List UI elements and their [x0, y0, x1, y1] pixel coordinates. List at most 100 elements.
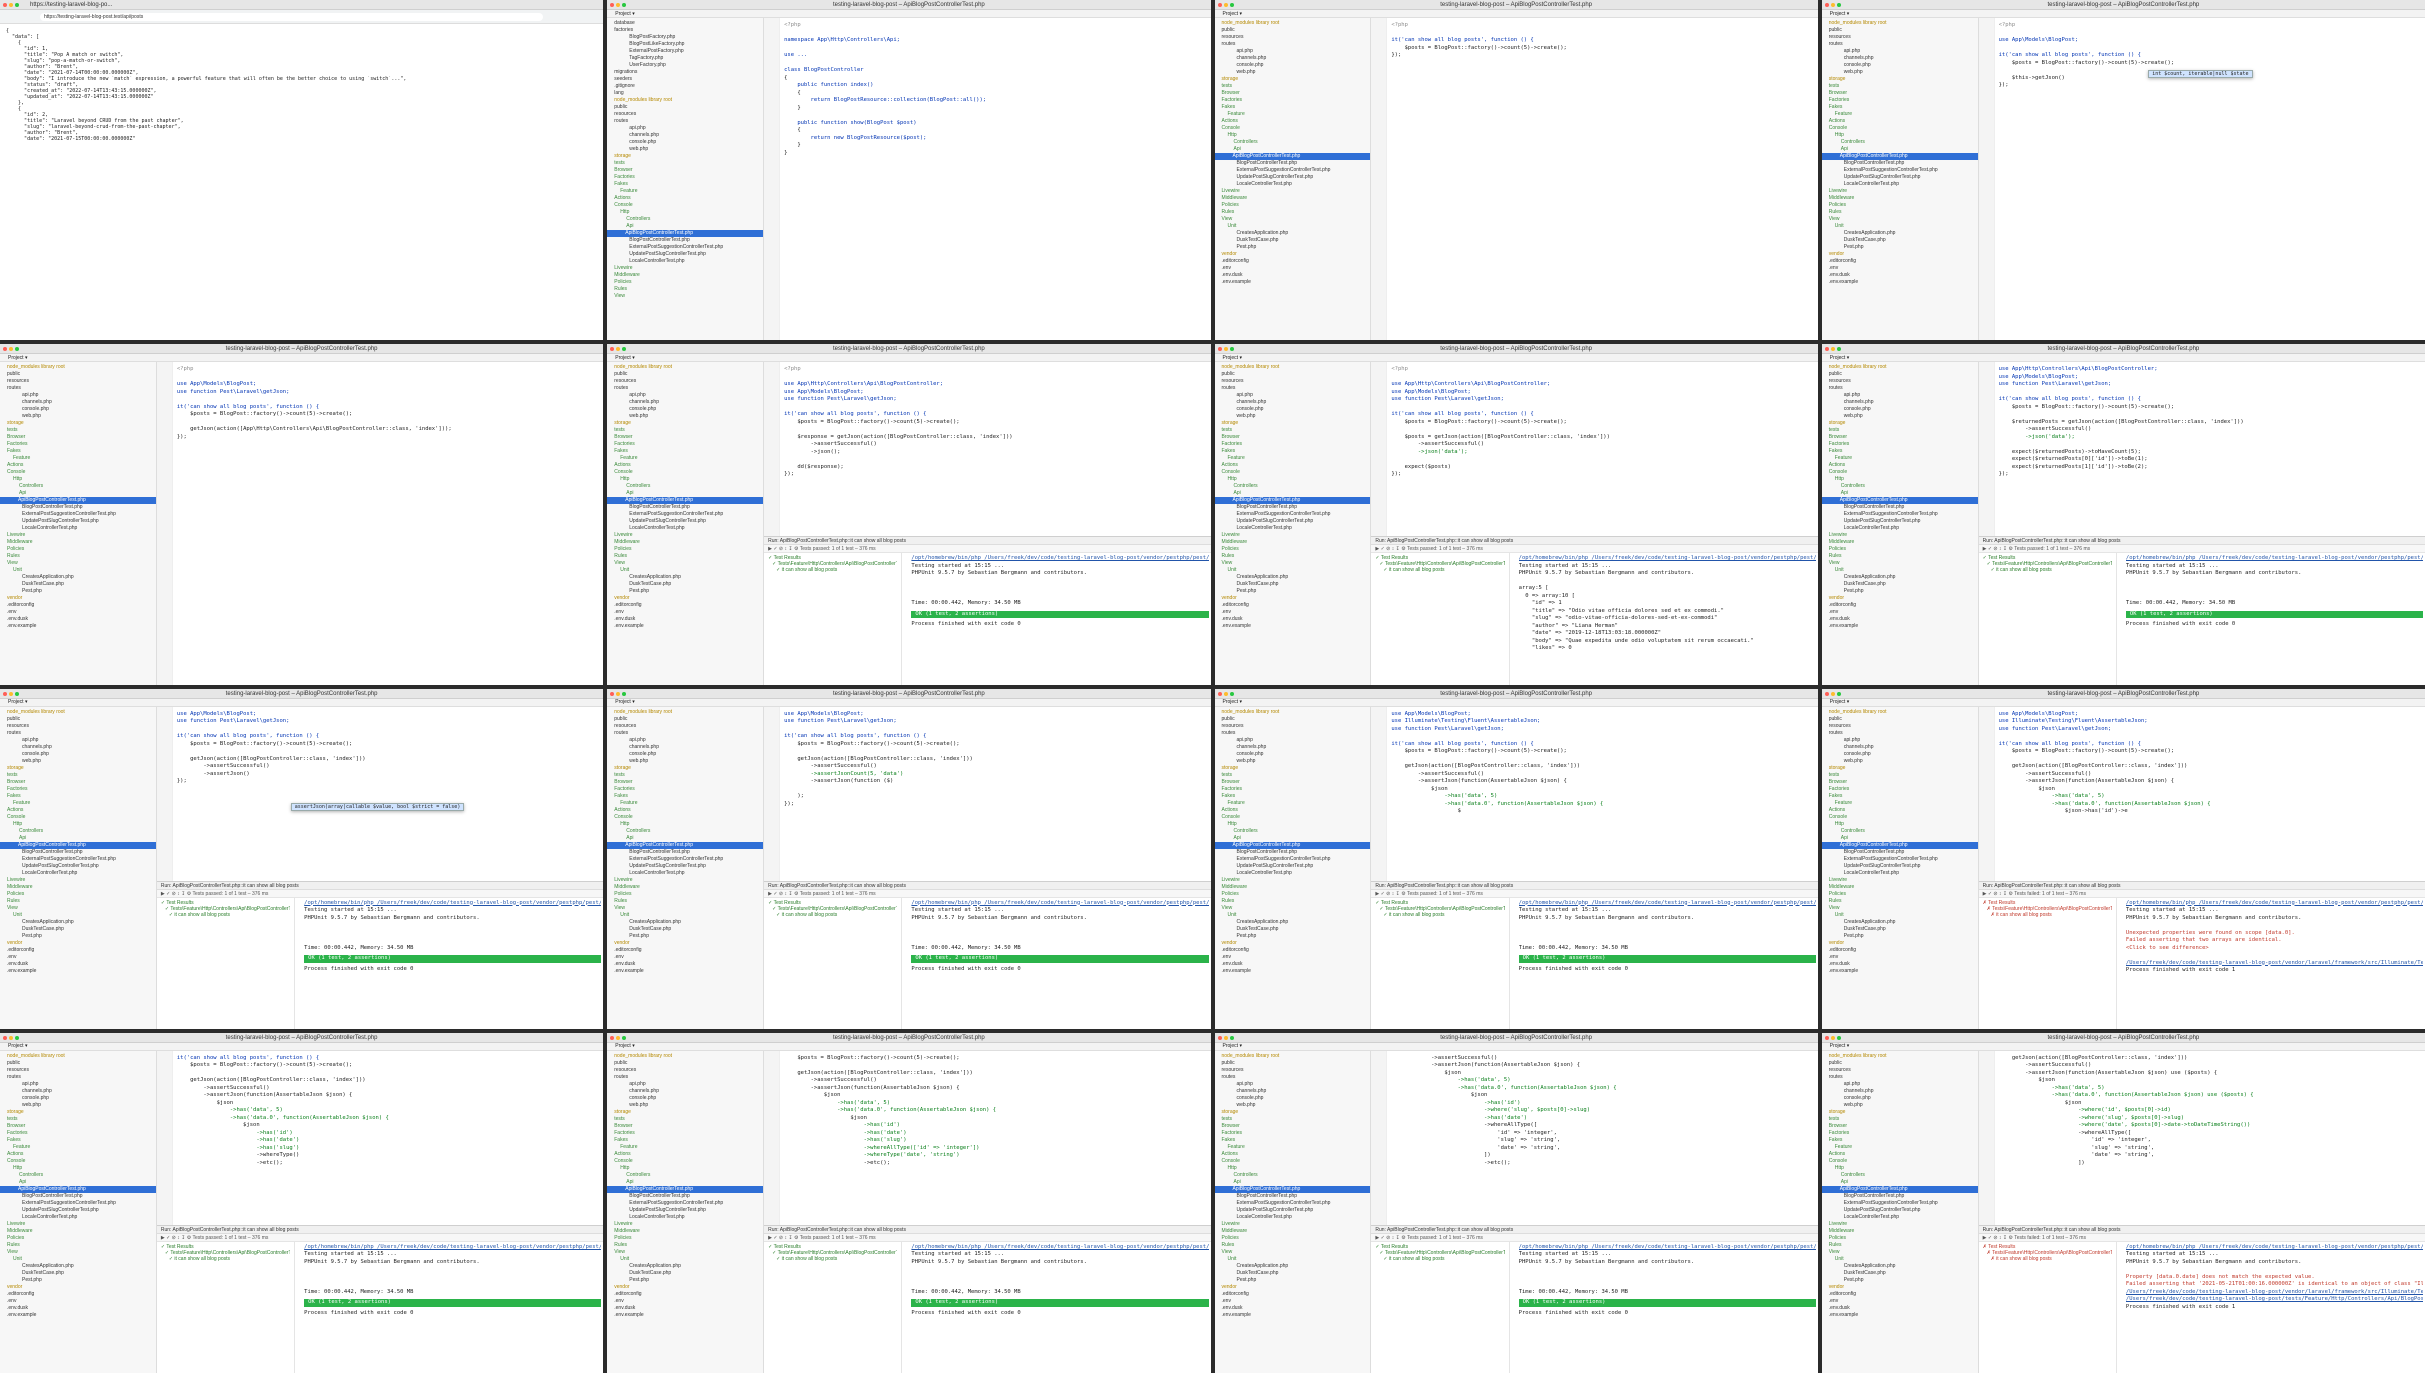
tree-item[interactable]: .env.example — [1219, 623, 1371, 630]
tree-item[interactable]: console.php — [611, 751, 763, 758]
tree-item[interactable]: web.php — [1219, 758, 1371, 765]
tree-item[interactable]: .env — [1826, 609, 1978, 616]
tree-item[interactable]: Rules — [611, 898, 763, 905]
tree-item[interactable]: Livewire — [611, 877, 763, 884]
tree-item[interactable]: ApiBlogPostControllerTest.php — [1214, 497, 1371, 505]
code-editor[interactable]: ->assertSuccessful() ->assertJson(functi… — [1371, 1050, 1818, 1373]
tree-item[interactable]: storage — [611, 765, 763, 772]
traffic-light-icon[interactable] — [3, 691, 7, 696]
tree-item[interactable]: Unit — [1826, 1256, 1978, 1263]
tree-item[interactable]: routes — [4, 730, 156, 737]
code-editor[interactable]: <?php use App\Http\Controllers\Api\BlogPo… — [1371, 362, 1818, 685]
tree-item[interactable]: channels.php — [611, 399, 763, 406]
tree-item[interactable]: node_modules library root — [4, 1053, 156, 1060]
tree-item[interactable]: node_modules library root — [1219, 20, 1371, 27]
tree-item[interactable]: View — [611, 293, 763, 300]
tree-item[interactable]: .editorconfig — [4, 1291, 156, 1298]
tree-item[interactable]: CreatesApplication.php — [1219, 230, 1371, 237]
tree-item[interactable]: BlogPostControllerTest.php — [1219, 504, 1371, 511]
tree-item[interactable]: Actions — [4, 462, 156, 469]
tree-item[interactable]: storage — [1826, 420, 1978, 427]
tree-item[interactable]: BlogPostControllerTest.php — [1826, 1193, 1978, 1200]
tree-item[interactable]: api.php — [611, 737, 763, 744]
tree-item[interactable]: View — [1219, 216, 1371, 223]
tree-item[interactable]: channels.php — [1826, 1088, 1978, 1095]
tree-item[interactable]: Console — [611, 202, 763, 209]
window-controls[interactable] — [1217, 691, 1234, 696]
test-tree-item[interactable]: ✓ Tests\Feature\Http\Controllers\Api\Blo… — [161, 1250, 290, 1256]
test-results-tree[interactable]: ✓ Test Results ✓ Tests\Feature\Http\Contr… — [157, 1241, 296, 1373]
tree-item[interactable]: View — [1826, 905, 1978, 912]
tree-item[interactable]: Feature — [1826, 800, 1978, 807]
tree-item[interactable]: Pest.php — [4, 1277, 156, 1284]
tree-item[interactable]: .env — [1826, 954, 1978, 961]
tree-item[interactable]: BlogPostControllerTest.php — [1219, 160, 1371, 167]
tree-item[interactable]: console.php — [611, 1095, 763, 1102]
tree-item[interactable]: routes — [1826, 385, 1978, 392]
test-tree-item[interactable]: ✗ Tests\Feature\Http\Controllers\Api\Blo… — [1983, 1250, 2112, 1256]
code-area[interactable]: use App\Http\Controllers\Api\BlogPostCon… — [1999, 366, 2421, 479]
tree-item[interactable]: resources — [4, 378, 156, 385]
tree-item[interactable]: routes — [611, 1074, 763, 1081]
tree-item[interactable]: View — [1826, 1249, 1978, 1256]
tree-item[interactable]: vendor — [1826, 251, 1978, 258]
traffic-light-icon[interactable] — [616, 347, 621, 352]
tree-item[interactable]: .env.example — [1826, 1312, 1978, 1319]
tree-item[interactable]: storage — [1219, 420, 1371, 427]
tree-item[interactable]: Pest.php — [1826, 588, 1978, 595]
test-tree-item[interactable]: ✓ Tests\Feature\Http\Controllers\Api\Blo… — [161, 906, 290, 912]
project-label[interactable]: Project ▾ — [1223, 355, 1242, 361]
code-area[interactable]: <?php use App\Http\Controllers\Api\BlogPo… — [784, 366, 1206, 479]
code-area[interactable]: <?php it('can show all blog posts', funct… — [1391, 22, 1813, 60]
traffic-light-icon[interactable] — [1824, 347, 1829, 352]
test-results-tree[interactable]: ✓ Test Results ✓ Tests\Feature\Http\Contr… — [764, 553, 903, 685]
tree-item[interactable]: channels.php — [4, 399, 156, 406]
tree-item[interactable]: tests — [1826, 1116, 1978, 1123]
tree-item[interactable]: .env — [1219, 609, 1371, 616]
tree-item[interactable]: UpdatePostSlugControllerTest.php — [1826, 518, 1978, 525]
tree-item[interactable]: Http — [611, 476, 763, 483]
test-tree-item[interactable]: ✗ it can show all blog posts — [1983, 912, 2112, 918]
tree-item[interactable]: routes — [4, 385, 156, 392]
tree-item[interactable]: .env.example — [1219, 279, 1371, 286]
tree-item[interactable]: Middleware — [611, 884, 763, 891]
tree-item[interactable]: node_modules library root — [4, 364, 156, 371]
tree-item[interactable]: Middleware — [1826, 539, 1978, 546]
tree-item[interactable]: Controllers — [611, 828, 763, 835]
tree-item[interactable]: Policies — [1219, 202, 1371, 209]
tree-item[interactable]: public — [4, 371, 156, 378]
tree-item[interactable]: Http — [4, 821, 156, 828]
traffic-light-icon[interactable] — [3, 3, 7, 7]
tree-item[interactable]: CreatesApplication.php — [1826, 230, 1978, 237]
tree-item[interactable]: public — [1219, 371, 1371, 378]
tree-item[interactable]: .env.dusk — [611, 616, 763, 623]
tree-item[interactable]: Fakes — [4, 793, 156, 800]
tree-item[interactable]: public — [1219, 1060, 1371, 1067]
tree-item[interactable]: node_modules library root — [611, 364, 763, 371]
tree-item[interactable]: node_modules library root — [1826, 709, 1978, 716]
tree-item[interactable]: .env.dusk — [1219, 272, 1371, 279]
tree-item[interactable]: .env.dusk — [1826, 961, 1978, 968]
tree-item[interactable]: routes — [611, 118, 763, 125]
tree-item[interactable]: .env.dusk — [4, 961, 156, 968]
tree-item[interactable]: LocaleControllerTest.php — [1826, 1214, 1978, 1221]
tree-item[interactable]: ExternalPostFactory.php — [611, 48, 763, 55]
tree-item[interactable]: routes — [1219, 385, 1371, 392]
test-tree-item[interactable]: ✗ it can show all blog posts — [1983, 1256, 2112, 1262]
traffic-light-icon[interactable] — [1223, 1035, 1228, 1040]
traffic-light-icon[interactable] — [15, 3, 19, 7]
traffic-light-icon[interactable] — [15, 1035, 19, 1040]
tree-item[interactable]: .env.dusk — [1826, 272, 1978, 279]
tree-item[interactable]: Actions — [1219, 118, 1371, 125]
tree-item[interactable]: api.php — [1219, 392, 1371, 399]
tree-item[interactable]: storage — [4, 765, 156, 772]
tree-item[interactable]: Feature — [4, 455, 156, 462]
code-area[interactable]: <?php use App\Http\Controllers\Api\BlogPo… — [1391, 366, 1813, 479]
code-area[interactable]: use App\Models\BlogPost; use Illuminate\T… — [1999, 711, 2421, 816]
tree-item[interactable]: Livewire — [4, 877, 156, 884]
tree-item[interactable]: api.php — [1219, 737, 1371, 744]
tree-item[interactable]: UserFactory.php — [611, 62, 763, 69]
tree-item[interactable]: Http — [1219, 132, 1371, 139]
tree-item[interactable]: Controllers — [4, 1172, 156, 1179]
tree-item[interactable]: Controllers — [611, 483, 763, 490]
